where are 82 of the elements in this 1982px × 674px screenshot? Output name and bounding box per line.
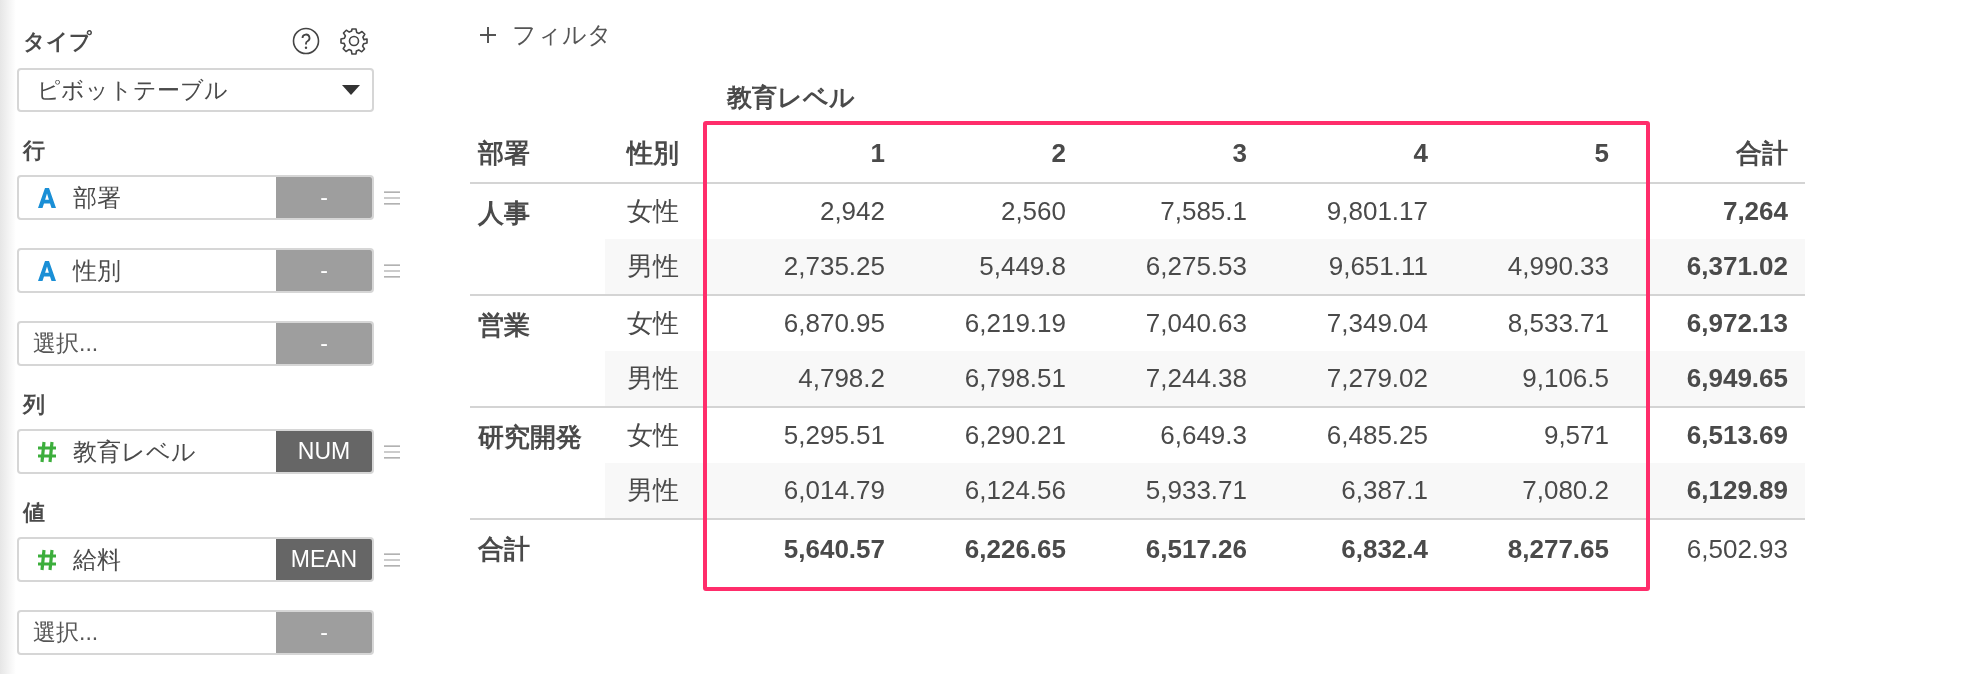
table-cell: 4,798.2	[705, 351, 893, 407]
table-cell: 2,560	[893, 183, 1074, 239]
table-cell: 6,387.1	[1255, 463, 1436, 519]
number-type-icon	[37, 440, 57, 463]
field-selector[interactable]: 性別 -	[17, 248, 374, 293]
aggregation-button[interactable]: MEAN	[276, 539, 372, 580]
table-cell: 6,290.21	[893, 407, 1074, 463]
table-cell: 6,124.56	[893, 463, 1074, 519]
table-cell: 7,585.1	[1074, 183, 1255, 239]
table-cell: 7,349.04	[1255, 295, 1436, 351]
table-cell: 6,485.25	[1255, 407, 1436, 463]
table-cell: 9,106.5	[1436, 351, 1648, 407]
filter-button[interactable]: フィルタ	[512, 17, 612, 53]
column-total: 6,226.65	[893, 519, 1074, 579]
row-total: 6,371.02	[1648, 239, 1805, 295]
column-header: 4	[1255, 125, 1436, 183]
column-total: 5,640.57	[705, 519, 893, 579]
row-group-label: 合計	[470, 519, 605, 579]
row-label: 女性	[605, 295, 705, 351]
column-total: 6,832.4	[1255, 519, 1436, 579]
field-selector[interactable]: 選択... -	[17, 610, 374, 655]
aggregation-button[interactable]: NUM	[276, 431, 372, 472]
row-total: 6,972.13	[1648, 295, 1805, 351]
row-total: 6,129.89	[1648, 463, 1805, 519]
column-header: 3	[1074, 125, 1255, 183]
field-selector[interactable]: 教育レベル NUM	[17, 429, 374, 474]
row-label: 男性	[605, 351, 705, 407]
table-cell: 6,275.53	[1074, 239, 1255, 295]
help-icon[interactable]	[292, 27, 320, 55]
section-label: 値	[21, 502, 46, 524]
column-header: 合計	[1648, 125, 1805, 183]
table-cell: 9,571	[1436, 407, 1648, 463]
table-cell: 6,649.3	[1074, 407, 1255, 463]
type-dropdown[interactable]: ピボットテーブル	[17, 68, 374, 112]
grand-total: 6,502.93	[1648, 519, 1805, 579]
field-selector[interactable]: 給料 MEAN	[17, 537, 374, 582]
row-total: 6,513.69	[1648, 407, 1805, 463]
row-label: 男性	[605, 239, 705, 295]
row-label: 男性	[605, 463, 705, 519]
table-cell: 6,798.51	[893, 351, 1074, 407]
number-type-icon	[37, 548, 57, 571]
column-header: 性別	[605, 125, 705, 183]
table-cell: 7,040.63	[1074, 295, 1255, 351]
table-cell: 7,279.02	[1255, 351, 1436, 407]
row-label: 女性	[605, 183, 705, 239]
text-type-icon	[37, 186, 57, 209]
column-header: 部署	[470, 125, 605, 183]
section-label: 列	[21, 394, 46, 416]
table-cell: 5,449.8	[893, 239, 1074, 295]
table-cell: 9,801.17	[1255, 183, 1436, 239]
table-cell: 4,990.33	[1436, 239, 1648, 295]
table-cell: 2,735.25	[705, 239, 893, 295]
table-cell: 6,870.95	[705, 295, 893, 351]
table-cell: 2,942	[705, 183, 893, 239]
table-cell: 9,651.11	[1255, 239, 1436, 295]
table-cell: 5,933.71	[1074, 463, 1255, 519]
table-cell: 6,014.79	[705, 463, 893, 519]
row-group-label: 営業	[470, 295, 605, 351]
column-header: 1	[705, 125, 893, 183]
row-total: 7,264	[1648, 183, 1805, 239]
caret-icon	[342, 85, 360, 95]
table-cell: 8,533.71	[1436, 295, 1648, 351]
table-cell: 6,219.19	[893, 295, 1074, 351]
column-total: 8,277.65	[1436, 519, 1648, 579]
field-selector[interactable]: 選択... -	[17, 321, 374, 366]
settings-icon[interactable]	[340, 27, 368, 55]
section-label: 行	[21, 140, 46, 162]
column-header: 5	[1436, 125, 1648, 183]
table-cell: 7,244.38	[1074, 351, 1255, 407]
row-group-label: 研究開発	[470, 407, 605, 463]
column-total: 6,517.26	[1074, 519, 1255, 579]
column-header: 2	[893, 125, 1074, 183]
table-cell: 7,080.2	[1436, 463, 1648, 519]
row-label: 女性	[605, 407, 705, 463]
row-total: 6,949.65	[1648, 351, 1805, 407]
text-type-icon	[37, 259, 57, 282]
field-selector[interactable]: 部署 -	[17, 175, 374, 220]
table-cell: 5,295.51	[705, 407, 893, 463]
row-group-label: 人事	[470, 183, 605, 239]
plus-icon[interactable]	[478, 25, 498, 45]
column-group-label: 教育レベル	[727, 85, 855, 113]
panel-label: タイプ	[22, 27, 92, 56]
